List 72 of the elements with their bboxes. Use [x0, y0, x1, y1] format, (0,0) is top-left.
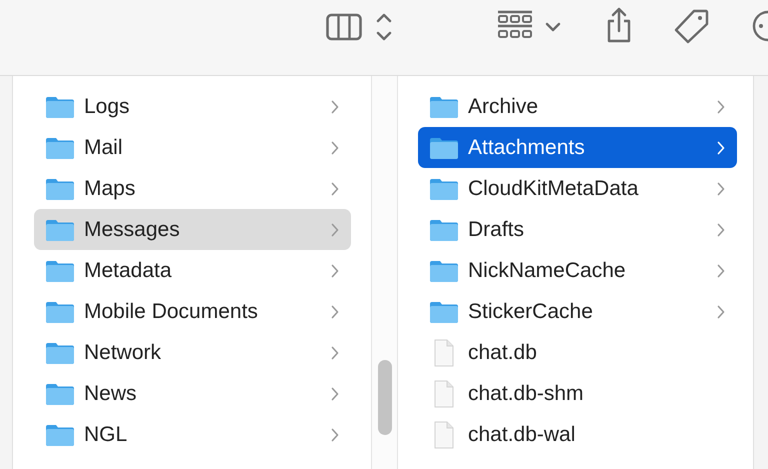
- chevron-down-icon[interactable]: [545, 22, 561, 32]
- file-name: News: [84, 382, 138, 406]
- file-name: Archive: [468, 94, 540, 118]
- file-name: Maps: [84, 176, 136, 200]
- file-name: Mail: [84, 136, 124, 160]
- file-row[interactable]: Mobile Documents: [34, 291, 351, 332]
- folder-icon: [45, 382, 75, 406]
- scrollbar-thumb[interactable]: [378, 360, 392, 435]
- chevron-right-icon: [717, 140, 725, 154]
- file-name: Drafts: [468, 218, 526, 242]
- file-name: Network: [84, 340, 162, 364]
- folder-icon: [45, 94, 75, 118]
- chevron-right-icon: [331, 100, 339, 114]
- file-row[interactable]: chat.db: [418, 332, 737, 373]
- more-icon[interactable]: [752, 10, 768, 42]
- chevron-right-icon: [331, 182, 339, 196]
- file-row[interactable]: Attachments: [418, 127, 737, 168]
- chevron-right-icon: [331, 304, 339, 318]
- chevron-right-icon: [331, 140, 339, 154]
- folder-icon: [45, 300, 75, 324]
- chevron-right-icon: [331, 264, 339, 278]
- file-name: Messages: [84, 218, 181, 242]
- folder-icon: [429, 94, 459, 118]
- file-row[interactable]: StickerCache: [418, 291, 737, 332]
- folder-icon: [45, 176, 75, 200]
- file-row[interactable]: Mail: [34, 127, 351, 168]
- file-row[interactable]: NickNameCache: [418, 250, 737, 291]
- chevron-right-icon: [717, 100, 725, 114]
- file-name: CloudKitMetaData: [468, 176, 640, 200]
- folder-icon: [45, 218, 75, 242]
- file-name: chat.db: [468, 340, 538, 364]
- tag-icon[interactable]: [674, 8, 710, 44]
- file-row[interactable]: Drafts: [418, 209, 737, 250]
- chevron-right-icon: [331, 386, 339, 400]
- file-name: Metadata: [84, 258, 173, 282]
- folder-icon: [429, 176, 459, 200]
- folder-icon: [45, 422, 75, 446]
- file-row[interactable]: chat.db-shm: [418, 373, 737, 414]
- folder-icon: [429, 218, 459, 242]
- file-name: chat.db-shm: [468, 382, 585, 406]
- file-row[interactable]: Messages: [34, 209, 351, 250]
- folder-icon: [45, 340, 75, 364]
- chevron-right-icon: [717, 182, 725, 196]
- folder-icon: [45, 136, 75, 160]
- file-row[interactable]: NGL: [34, 414, 351, 455]
- chevron-right-icon: [331, 222, 339, 236]
- file-row[interactable]: Logs: [34, 86, 351, 127]
- file-row[interactable]: News: [34, 373, 351, 414]
- column-view-icon[interactable]: [326, 13, 362, 41]
- file-name: chat.db-wal: [468, 422, 576, 446]
- chevron-right-icon: [717, 304, 725, 318]
- file-row[interactable]: Archive: [418, 86, 737, 127]
- file-row[interactable]: Network: [34, 332, 351, 373]
- file-name: Mobile Documents: [84, 300, 259, 324]
- folder-icon: [429, 258, 459, 282]
- chevron-right-icon: [717, 222, 725, 236]
- file-row[interactable]: Maps: [34, 168, 351, 209]
- file-row[interactable]: chat.db-wal: [418, 414, 737, 455]
- folder-icon: [45, 258, 75, 282]
- file-row[interactable]: Metadata: [34, 250, 351, 291]
- file-name: NGL: [84, 422, 128, 446]
- up-down-chevron-icon[interactable]: [376, 12, 392, 42]
- folder-icon: [429, 136, 459, 160]
- chevron-right-icon: [331, 428, 339, 442]
- file-name: Logs: [84, 94, 131, 118]
- file-name: NickNameCache: [468, 258, 627, 282]
- chevron-right-icon: [331, 346, 339, 360]
- file-name: Attachments: [468, 136, 586, 160]
- chevron-right-icon: [717, 264, 725, 278]
- file-name: StickerCache: [468, 300, 594, 324]
- file-row[interactable]: CloudKitMetaData: [418, 168, 737, 209]
- folder-icon: [429, 300, 459, 324]
